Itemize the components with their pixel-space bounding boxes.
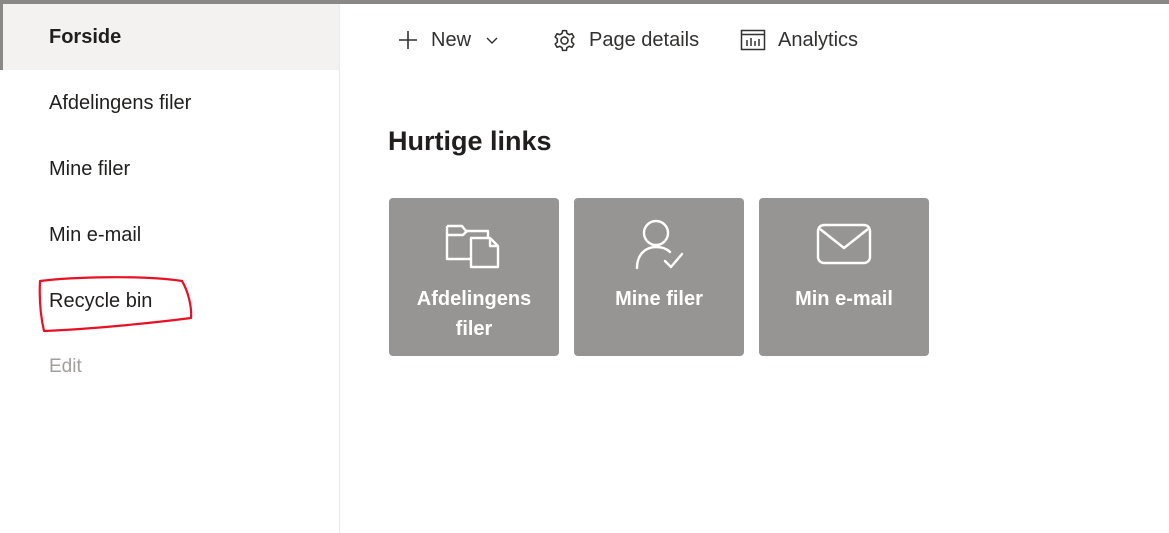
sidebar-item-mine-filer[interactable]: Mine filer: [0, 136, 339, 202]
gear-icon: [554, 29, 575, 51]
command-bar: New Page details Analytics: [340, 4, 1169, 76]
section-title: Hurtige links: [388, 126, 552, 156]
sidebar-edit-label: Edit: [49, 356, 82, 377]
sidebar-item-label: Min e-mail: [49, 223, 142, 246]
quick-link-min-email[interactable]: Min e-mail: [759, 198, 929, 356]
sidebar-item-label: Recycle bin: [49, 289, 153, 312]
quick-link-label: Min e-mail: [795, 288, 893, 310]
sidebar-item-label: Mine filer: [49, 157, 131, 180]
sidebar-edit-link[interactable]: Edit: [0, 334, 339, 400]
sidebar-item-recycle-bin[interactable]: Recycle bin: [0, 268, 339, 334]
chevron-down-icon: [486, 37, 498, 44]
sidebar-item-min-email[interactable]: Min e-mail: [0, 202, 339, 268]
plus-icon: [399, 31, 417, 49]
sidebar-item-forside[interactable]: Forside: [0, 4, 339, 70]
sidebar-item-label: Afdelingens filer: [49, 91, 192, 114]
quick-link-mine-filer[interactable]: Mine filer: [574, 198, 744, 356]
analytics-button[interactable]: Analytics: [740, 4, 858, 76]
page-details-button[interactable]: Page details: [552, 4, 699, 76]
sidebar-item-afdelingens-filer[interactable]: Afdelingens filer: [0, 70, 339, 136]
analytics-label: Analytics: [778, 28, 859, 51]
analytics-icon: [740, 29, 766, 51]
new-button[interactable]: New: [397, 4, 499, 76]
sidebar-item-label: Forside: [49, 25, 122, 48]
mail-icon: [816, 223, 872, 265]
person-check-icon: [635, 219, 684, 270]
quick-link-afdelingens-filer[interactable]: Afdelingens filer: [389, 198, 559, 356]
quick-link-label: Afdelingens filer: [416, 288, 532, 340]
sidebar-nav: Forside Afdelingens filer Mine filer Min…: [0, 4, 340, 533]
page-details-label: Page details: [589, 28, 700, 51]
folder-document-icon: [445, 224, 500, 269]
new-label: New: [431, 28, 472, 51]
quick-link-label: Mine filer: [615, 288, 703, 310]
